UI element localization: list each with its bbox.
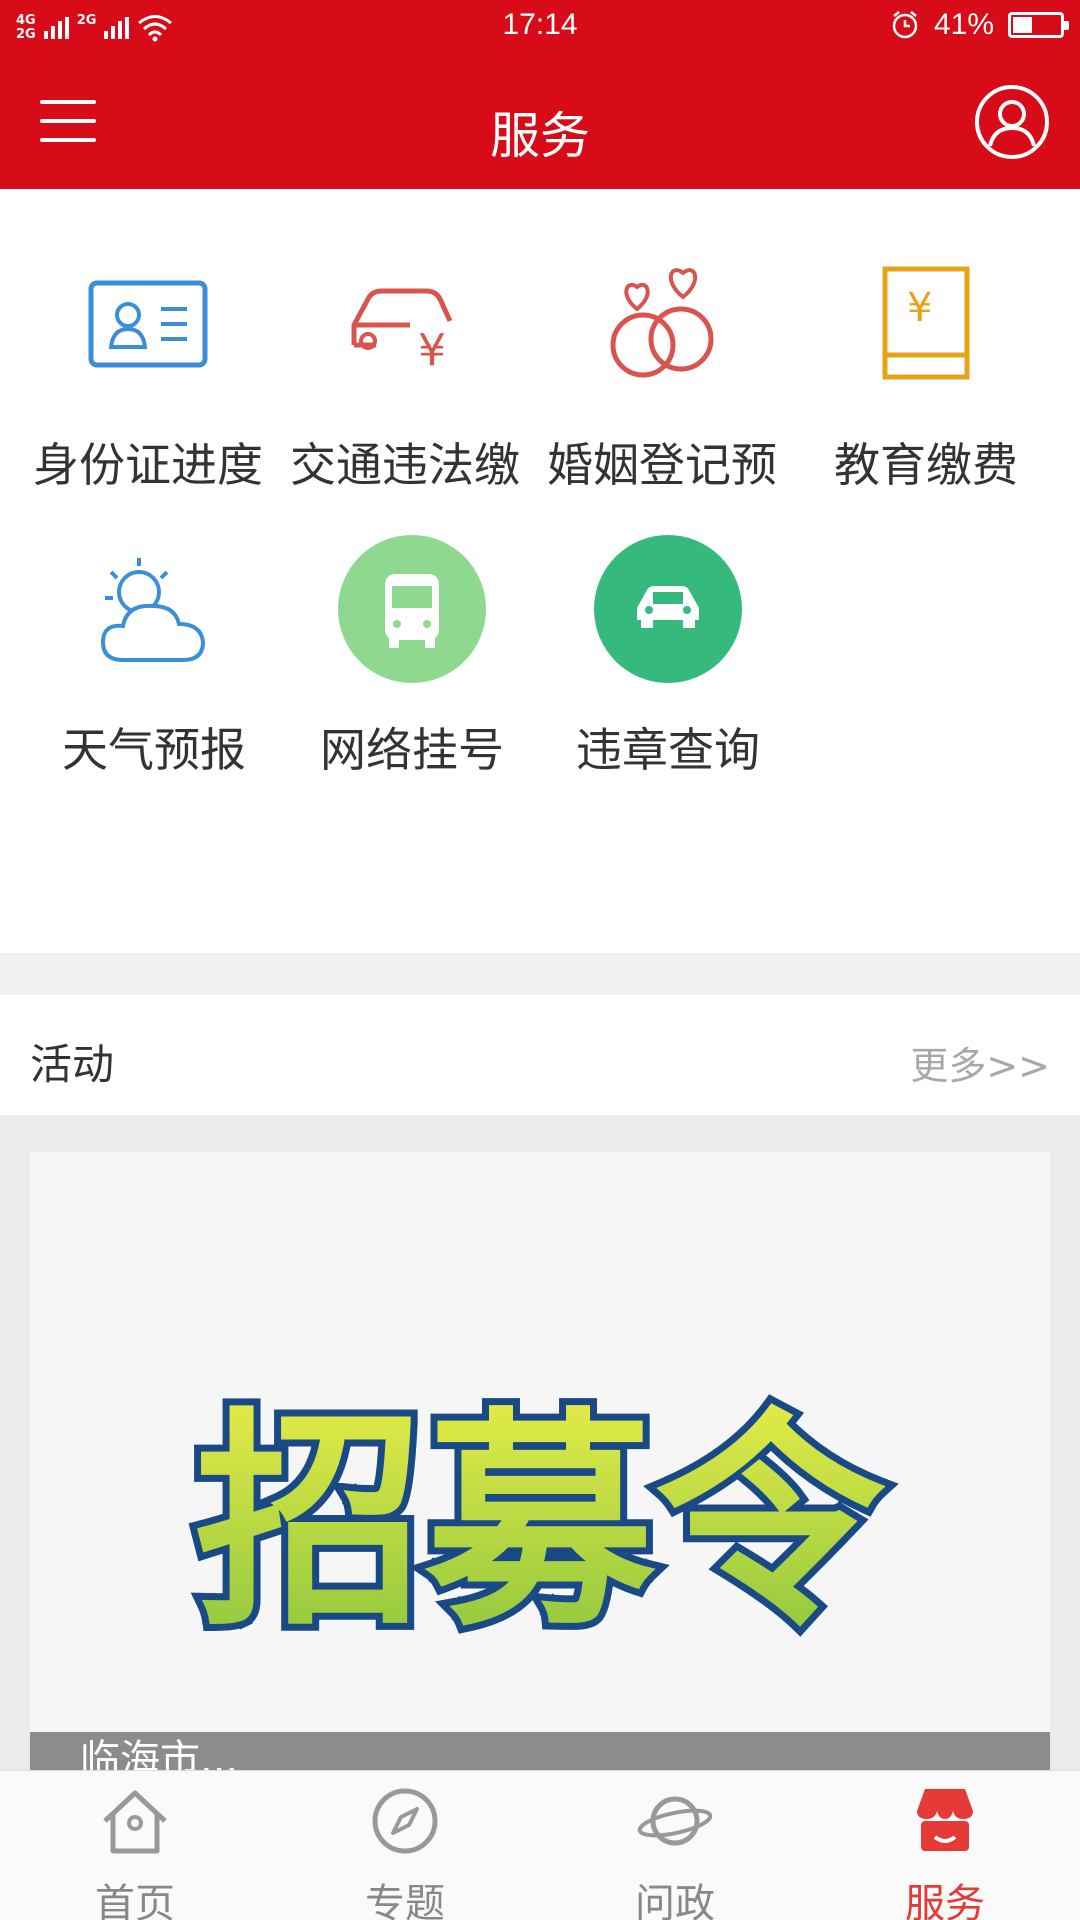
service-id-card[interactable]: 身份证进度: [20, 249, 276, 495]
service-label: 违章查询: [576, 723, 760, 777]
more-link[interactable]: 更多>>: [910, 1035, 1050, 1090]
service-label: 交通违法缴: [290, 438, 520, 492]
tab-label: 首页: [95, 1881, 175, 1920]
activity-list: 招募令 临海市...: [0, 1115, 1080, 1772]
banner-caption: 临海市...: [30, 1732, 1050, 1772]
service-weather[interactable]: 天气预报: [26, 534, 282, 780]
service-label: 天气预报: [62, 723, 246, 777]
recruitment-banner-image: 招募令: [188, 1383, 893, 1664]
battery-percent: 41%: [933, 8, 994, 41]
app-header: 服务: [0, 56, 1080, 189]
rings-icon: [610, 268, 714, 378]
svg-text:¥: ¥: [907, 285, 932, 331]
tab-topics[interactable]: 专题: [270, 1771, 540, 1920]
user-profile-icon[interactable]: [974, 84, 1050, 160]
weather-icon: [100, 558, 206, 662]
services-grid: 身份证进度 ¥ 交通违法缴 婚姻登记预 ¥ 教育缴费 天气预报 网络挂号 违章查…: [0, 189, 1080, 953]
tab-label: 专题: [365, 1881, 445, 1920]
activity-title: 活动: [30, 1040, 115, 1089]
service-label: 婚姻登记预: [547, 438, 777, 492]
tab-label: 问政: [635, 1881, 715, 1920]
battery-icon: [1008, 12, 1069, 38]
store-icon: [917, 1789, 973, 1851]
compass-icon: [372, 1788, 438, 1854]
bottom-tab-bar: 首页 专题 问政 服务: [0, 1770, 1080, 1920]
service-marriage[interactable]: 婚姻登记预: [534, 249, 790, 495]
activity-header: 活动 更多>>: [0, 995, 1080, 1115]
service-traffic-fine[interactable]: ¥ 交通违法缴: [277, 249, 533, 495]
service-label: 网络挂号: [320, 723, 504, 777]
tab-services[interactable]: 服务: [810, 1771, 1080, 1920]
car-fine-icon: ¥: [351, 288, 453, 376]
service-registration[interactable]: 网络挂号: [284, 534, 540, 780]
banner-text: 招募令: [195, 1390, 886, 1657]
service-label: 教育缴费: [834, 438, 1018, 492]
tab-label: 服务: [905, 1881, 985, 1920]
tab-politics[interactable]: 问政: [540, 1771, 810, 1920]
status-right: 41%: [890, 8, 1069, 42]
svg-text:¥: ¥: [418, 325, 446, 376]
status-bar: 4G 2G 2G 17:14 41%: [0, 0, 1080, 56]
home-icon: [103, 1790, 167, 1854]
service-education-fee[interactable]: ¥ 教育缴费: [798, 249, 1054, 495]
tab-home[interactable]: 首页: [0, 1771, 270, 1920]
book-fee-icon: ¥: [882, 266, 970, 380]
planet-icon: [637, 1796, 713, 1846]
car-icon: [594, 535, 742, 683]
alarm-icon: [892, 11, 918, 39]
page-title: 服务: [490, 107, 590, 165]
activity-banner[interactable]: 招募令 临海市...: [30, 1152, 1050, 1772]
bus-icon: [338, 535, 486, 683]
service-violation-query[interactable]: 违章查询: [540, 534, 796, 780]
id-card-icon: [88, 280, 208, 368]
service-label: 身份证进度: [33, 438, 263, 492]
